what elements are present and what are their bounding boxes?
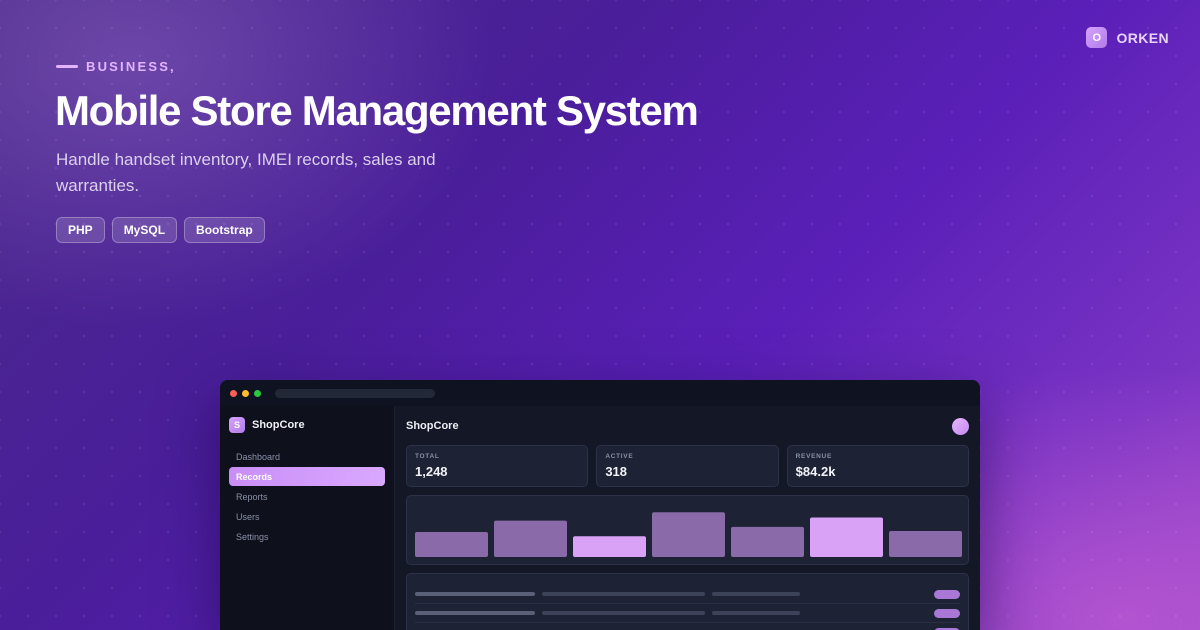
app-sidebar: S ShopCore Dashboard Records Reports Use… <box>220 406 395 630</box>
stat-value: $84.2k <box>795 464 836 479</box>
app-mark-icon: S <box>229 417 245 433</box>
stat-label: TOTAL <box>415 453 440 460</box>
maximize-window-dot[interactable] <box>254 389 261 397</box>
chart-bar-4 <box>652 512 725 557</box>
stat-card-total: TOTAL 1,248 <box>406 445 589 487</box>
app-name: ShopCore <box>252 419 305 431</box>
tag-bootstrap: Bootstrap <box>184 217 265 243</box>
table-row[interactable] <box>415 604 960 623</box>
stat-value: 1,248 <box>415 464 448 479</box>
close-window-dot[interactable] <box>230 389 237 397</box>
app-main: ShopCore TOTAL 1,248 ACTIVE 318 REVENUE … <box>396 406 980 630</box>
brand-mark-icon: O <box>1086 27 1108 48</box>
page-subtitle: Handle handset inventory, IMEI records, … <box>56 150 436 195</box>
sidebar-item-settings[interactable]: Settings <box>229 527 385 546</box>
table-cell <box>415 592 535 596</box>
bar-chart <box>415 512 962 557</box>
brand-logo[interactable]: O ORKEN <box>1086 27 1169 48</box>
table-cell <box>415 611 535 615</box>
brand-name: ORKEN <box>1116 29 1169 46</box>
sidebar-item-dashboard[interactable]: Dashboard <box>229 447 385 466</box>
table-cell <box>542 592 705 596</box>
tag-php: PHP <box>56 217 105 243</box>
table-row[interactable] <box>415 623 960 630</box>
sidebar-item-users[interactable]: Users <box>229 507 385 526</box>
records-table <box>406 573 969 630</box>
row-action-pill[interactable] <box>934 608 960 618</box>
app-logo[interactable]: S ShopCore <box>229 417 385 433</box>
chart-bar-1 <box>415 532 488 557</box>
table-cell <box>712 611 800 615</box>
page-title: Mobile Store Management System <box>55 87 699 134</box>
stat-value: 318 <box>605 464 628 479</box>
main-header: ShopCore <box>406 417 969 435</box>
window-titlebar <box>220 380 980 406</box>
bar-chart-card <box>406 495 969 565</box>
main-title: ShopCore <box>406 420 459 432</box>
eyebrow-line <box>56 65 78 68</box>
app-preview-window: S ShopCore Dashboard Records Reports Use… <box>220 380 980 630</box>
table-cell <box>542 611 705 615</box>
stat-card-revenue: REVENUE $84.2k <box>786 445 969 487</box>
stats-row: TOTAL 1,248 ACTIVE 318 REVENUE $84.2k <box>406 445 969 487</box>
chart-bar-7 <box>889 531 962 557</box>
sidebar-item-reports[interactable]: Reports <box>229 487 385 506</box>
category-label: BUSINESS, <box>86 59 176 74</box>
category-eyebrow: BUSINESS, <box>56 59 176 74</box>
avatar[interactable] <box>952 417 969 435</box>
address-bar[interactable] <box>275 388 435 398</box>
stat-label: ACTIVE <box>605 453 634 460</box>
stat-card-active: ACTIVE 318 <box>596 445 779 487</box>
chart-bar-6 <box>810 517 883 557</box>
chart-bar-5 <box>731 526 804 557</box>
sidebar-item-records[interactable]: Records <box>229 467 385 486</box>
table-row[interactable] <box>415 585 960 604</box>
minimize-window-dot[interactable] <box>242 389 249 397</box>
stat-label: REVENUE <box>795 453 832 460</box>
tech-tags: PHP MySQL Bootstrap <box>56 217 265 243</box>
row-action-pill[interactable] <box>934 589 960 599</box>
table-cell <box>712 592 800 596</box>
tag-mysql: MySQL <box>111 217 178 243</box>
chart-bar-3 <box>573 536 646 557</box>
chart-bar-2 <box>494 520 567 557</box>
